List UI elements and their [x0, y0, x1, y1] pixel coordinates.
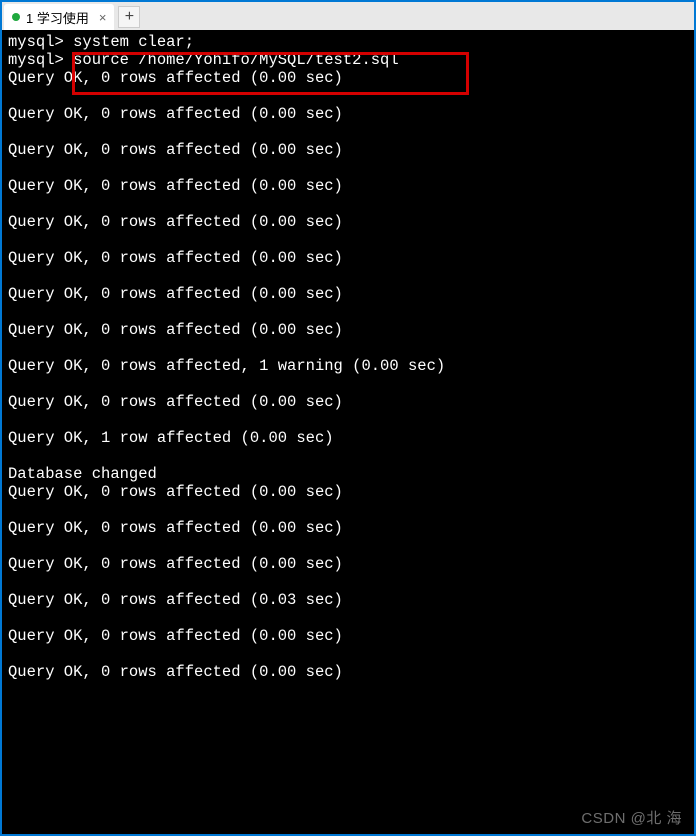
terminal-line: Query OK, 0 rows affected (0.00 sec) — [8, 520, 688, 538]
tab-label: 1 学习使用 — [26, 8, 89, 27]
terminal-line: mysql> system clear; — [8, 34, 688, 52]
terminal-line: Query OK, 0 rows affected (0.00 sec) — [8, 322, 688, 340]
terminal-line — [8, 538, 688, 556]
tab-bar: 1 学习使用 × + — [2, 2, 694, 30]
terminal-line: Query OK, 0 rows affected (0.00 sec) — [8, 106, 688, 124]
terminal-line: Query OK, 0 rows affected (0.00 sec) — [8, 556, 688, 574]
status-dot-icon — [12, 13, 20, 21]
terminal-line: Query OK, 1 row affected (0.00 sec) — [8, 430, 688, 448]
terminal-line — [8, 124, 688, 142]
terminal-line — [8, 232, 688, 250]
terminal-line: Database changed — [8, 466, 688, 484]
terminal-line — [8, 304, 688, 322]
terminal-line — [8, 340, 688, 358]
terminal-line — [8, 88, 688, 106]
terminal-line: Query OK, 0 rows affected (0.00 sec) — [8, 178, 688, 196]
terminal-line — [8, 376, 688, 394]
terminal-line — [8, 412, 688, 430]
close-icon[interactable]: × — [99, 10, 107, 25]
terminal-window: 1 学习使用 × + mysql> system clear;mysql> so… — [2, 2, 694, 834]
terminal-line — [8, 502, 688, 520]
terminal-line: Query OK, 0 rows affected (0.00 sec) — [8, 70, 688, 88]
terminal-line — [8, 646, 688, 664]
terminal-line: Query OK, 0 rows affected (0.00 sec) — [8, 286, 688, 304]
terminal-line — [8, 448, 688, 466]
tab-active[interactable]: 1 学习使用 × — [4, 4, 114, 30]
terminal-line: Query OK, 0 rows affected, 1 warning (0.… — [8, 358, 688, 376]
watermark-text: CSDN @北 海 — [581, 807, 682, 828]
terminal-line — [8, 160, 688, 178]
terminal-line: Query OK, 0 rows affected (0.03 sec) — [8, 592, 688, 610]
terminal-line: Query OK, 0 rows affected (0.00 sec) — [8, 142, 688, 160]
terminal-line — [8, 610, 688, 628]
terminal-line — [8, 268, 688, 286]
add-tab-button[interactable]: + — [118, 6, 140, 28]
terminal-line: mysql> source /home/Yohifo/MySQL/test2.s… — [8, 52, 688, 70]
terminal-line: Query OK, 0 rows affected (0.00 sec) — [8, 214, 688, 232]
terminal-line: Query OK, 0 rows affected (0.00 sec) — [8, 250, 688, 268]
terminal-line — [8, 574, 688, 592]
terminal-output[interactable]: mysql> system clear;mysql> source /home/… — [2, 30, 694, 834]
terminal-line: Query OK, 0 rows affected (0.00 sec) — [8, 664, 688, 682]
terminal-line — [8, 682, 688, 700]
terminal-line — [8, 196, 688, 214]
terminal-line: Query OK, 0 rows affected (0.00 sec) — [8, 394, 688, 412]
terminal-line: Query OK, 0 rows affected (0.00 sec) — [8, 484, 688, 502]
terminal-line: Query OK, 0 rows affected (0.00 sec) — [8, 628, 688, 646]
